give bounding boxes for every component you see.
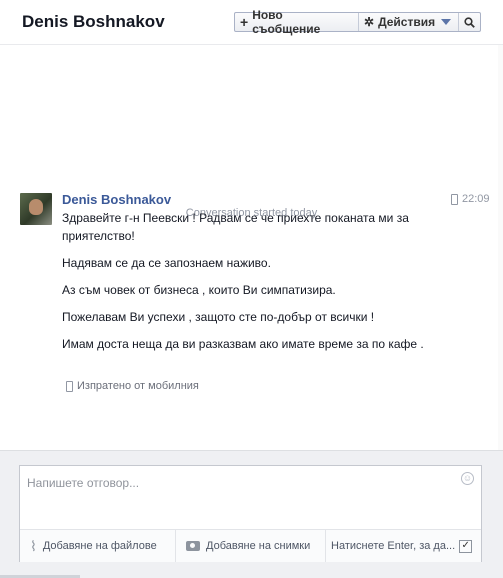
enter-hint-label: Натиснете Enter, за да... bbox=[331, 540, 456, 552]
enter-send-checkbox[interactable]: ✓ bbox=[459, 539, 473, 553]
header-button-group: + Ново съобщение ✲ Действия bbox=[234, 8, 481, 36]
message-time: 22:09 bbox=[451, 193, 490, 205]
camera-icon bbox=[186, 541, 200, 551]
actions-dropdown[interactable]: ✲ Действия bbox=[359, 13, 459, 31]
sent-from-label: Изпратено от мобилния bbox=[77, 380, 199, 392]
add-files-label: Добавяне на файлове bbox=[42, 540, 157, 552]
reply-box: ☺ ⌇ Добавяне на файлове Добавяне на сним… bbox=[19, 465, 482, 562]
scrollbar[interactable] bbox=[498, 45, 503, 450]
mobile-icon bbox=[66, 380, 73, 392]
message-line: Здравейте г-н Пеевски ! Радвам се че при… bbox=[62, 211, 409, 243]
add-photos-button[interactable]: Добавяне на снимки bbox=[176, 530, 326, 562]
message-line: Имам доста неща да ви разказвам ако имат… bbox=[62, 337, 424, 351]
conversation-title[interactable]: Denis Boshnakov bbox=[22, 12, 165, 32]
message-line: Аз съм човек от бизнеса , които Ви симпа… bbox=[62, 283, 336, 297]
search-icon bbox=[464, 16, 475, 28]
avatar[interactable] bbox=[20, 193, 52, 225]
compose-toolbar: ⌇ Добавяне на файлове Добавяне на снимки… bbox=[20, 529, 481, 562]
conversation-header: Denis Boshnakov + Ново съобщение ✲ Дейст… bbox=[0, 0, 503, 44]
message-line: Пожелавам Ви успехи , защото сте по-добъ… bbox=[62, 310, 375, 324]
actions-label: Действия bbox=[378, 15, 436, 29]
message-sender[interactable]: Denis Boshnakov bbox=[62, 192, 171, 207]
mobile-icon bbox=[451, 193, 458, 205]
sent-from-mobile: Изпратено от мобилния bbox=[66, 380, 199, 392]
add-photos-label: Добавяне на снимки bbox=[206, 540, 311, 552]
search-button[interactable] bbox=[459, 13, 480, 31]
press-enter-toggle[interactable]: Натиснете Enter, за да... ✓ bbox=[326, 530, 481, 562]
caret-down-icon bbox=[441, 19, 452, 25]
gear-icon: ✲ bbox=[364, 15, 375, 29]
paperclip-icon: ⌇ bbox=[30, 537, 37, 554]
message-line: Надявам се да се запознаем наживо. bbox=[62, 256, 271, 270]
new-message-button[interactable]: + Ново съобщение bbox=[235, 8, 359, 36]
reply-input[interactable] bbox=[25, 472, 449, 494]
add-files-button[interactable]: ⌇ Добавяне на файлове bbox=[20, 530, 176, 562]
plus-icon: + bbox=[240, 14, 249, 30]
new-message-label: Ново съобщение bbox=[252, 8, 321, 36]
emoji-icon[interactable]: ☺ bbox=[461, 472, 474, 485]
message-time-label: 22:09 bbox=[462, 193, 490, 205]
